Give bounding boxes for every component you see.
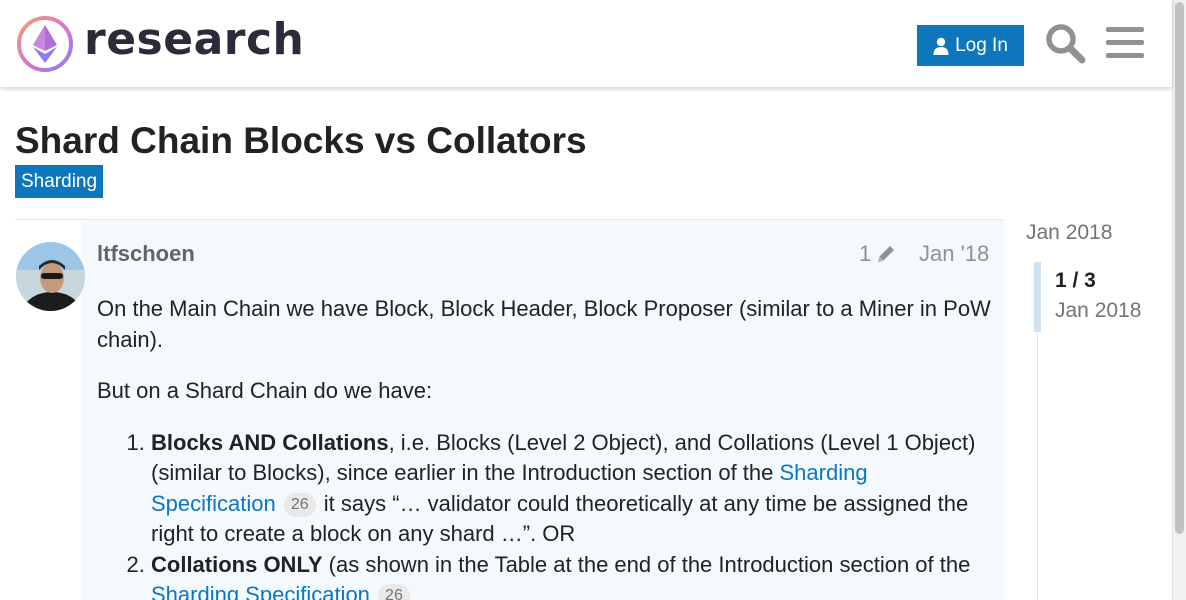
post-content: On the Main Chain we have Block, Block H… (97, 294, 997, 600)
topic-title[interactable]: Shard Chain Blocks vs Collators (15, 120, 587, 162)
timeline-handle[interactable] (1034, 262, 1041, 332)
timeline-position: 1 / 3 (1055, 269, 1096, 292)
search-button[interactable] (1044, 22, 1086, 64)
avatar[interactable] (16, 242, 85, 311)
list-item: Collations ONLY (as shown in the Table a… (151, 550, 997, 600)
timeline-start-date[interactable]: Jan 2018 (1026, 221, 1112, 245)
list-item-text: (as shown in the Table at the end of the… (322, 551, 971, 577)
pencil-icon (878, 246, 895, 262)
post-paragraph: On the Main Chain we have Block, Block H… (97, 296, 991, 352)
hamburger-menu-icon (1106, 27, 1144, 58)
site-logo[interactable] (16, 15, 74, 73)
site-header: research Log In (0, 0, 1172, 87)
post-date[interactable]: Jan '18 (919, 241, 989, 267)
post-paragraph: But on a Shard Chain do we have: (97, 378, 433, 403)
post-username[interactable]: ltfschoen (97, 241, 195, 267)
post-list: Blocks AND Collations, i.e. Blocks (Leve… (97, 428, 997, 600)
site-title[interactable]: research (84, 14, 304, 65)
list-item-bold: Collations ONLY (151, 551, 323, 577)
edit-count: 1 (859, 241, 872, 266)
login-button[interactable]: Log In (917, 25, 1024, 66)
sharding-spec-link[interactable]: Sharding Specification (151, 582, 370, 600)
category-badge[interactable]: Sharding (15, 165, 104, 198)
user-icon (933, 37, 949, 55)
list-item-bold: Blocks AND Collations (151, 429, 389, 455)
link-click-count: 26 (283, 492, 316, 517)
edit-history-button[interactable]: 1 (859, 241, 897, 267)
login-label: Log In (955, 34, 1008, 56)
scrollbar-thumb[interactable] (1175, 2, 1184, 534)
page-scrollbar[interactable] (1172, 0, 1186, 600)
list-item: Blocks AND Collations, i.e. Blocks (Leve… (151, 428, 997, 550)
timeline-current-date: Jan 2018 (1055, 299, 1142, 322)
hamburger-menu-button[interactable] (1106, 24, 1146, 62)
link-click-count: 26 (378, 584, 410, 600)
post: ltfschoen 1 Jan '18 On the Main Chain we… (15, 219, 1004, 600)
search-icon (1046, 24, 1086, 64)
